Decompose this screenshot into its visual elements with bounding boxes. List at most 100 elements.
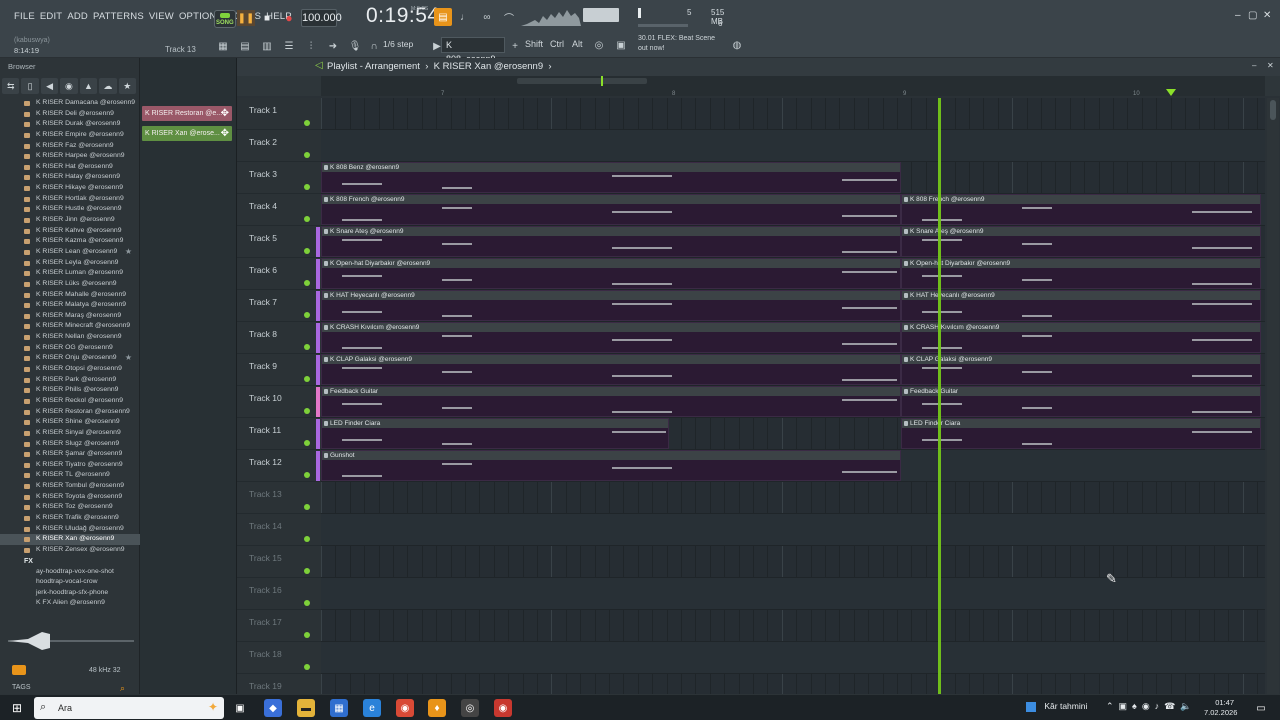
browser-file-item[interactable]: K RISER Hustle @erosenn9 [0,204,140,215]
browser-file-item[interactable]: K RISER Empire @erosenn9 [0,130,140,141]
track-header[interactable]: Track 4 [237,194,321,226]
track-mute-led[interactable] [304,120,310,126]
track-mute-led[interactable] [304,472,310,478]
pattern-clip[interactable]: K Snare Ateş @erosenn9 [321,226,901,257]
edge-icon[interactable]: e [363,699,381,717]
track-mute-led[interactable] [304,216,310,222]
arrangement-grid[interactable]: K 808 Benz @erosenn9 K 808 French @erosen… [321,98,1265,694]
alt-key[interactable]: Alt [572,39,583,49]
browser-file-item[interactable]: K RISER Tiyatro @erosenn9 [0,460,140,471]
fl-studio-icon[interactable]: ♦ [428,699,446,717]
browser-file-item[interactable]: K RISER Luman @erosenn9 [0,268,140,279]
browser-file-item[interactable]: K RISER Malatya @erosenn9 [0,300,140,311]
playlist-minimize-icon[interactable]: – [1252,61,1256,70]
pattern-clip[interactable]: LED Finder Ciara [901,418,1261,449]
back-icon[interactable]: ◀ [40,78,59,94]
track-header[interactable]: Track 10 [237,386,321,418]
track-lane[interactable] [321,98,1265,130]
browser-file-item[interactable]: K RISER Restoran @erosenn9 [0,407,140,418]
track-header[interactable]: Track 3 [237,162,321,194]
track-lane[interactable] [321,514,1265,546]
stop-icon[interactable]: ■ [258,10,276,26]
track-header[interactable]: Track 14 [237,514,321,546]
menu-add[interactable]: ADD [67,11,88,22]
target-icon[interactable]: ◎ [590,36,608,54]
pattern-selector[interactable]: K 808..osenn9 [441,37,505,64]
microphone-icon[interactable]: 🎙 [346,37,364,55]
pattern-clip[interactable]: K HAT Heyecanlı @erosenn9 [901,290,1261,321]
browser-file-item[interactable]: K RISER TL @erosenn9 [0,470,140,481]
playlist-icon[interactable]: ▦ [214,37,232,55]
track-mute-led[interactable] [304,504,310,510]
file-explorer-icon[interactable]: ▬ [297,699,315,717]
record-icon[interactable]: ● [280,10,298,26]
pattern-clip[interactable]: Feedback Guitar [321,386,901,417]
magnet-icon[interactable]: ∩ [365,37,383,55]
pattern-clip[interactable]: K 808 Benz @erosenn9 [321,162,901,193]
menu-file[interactable]: FILE [14,11,35,22]
playhead-marker[interactable] [1166,89,1176,96]
notification-icon[interactable]: ▭ [1252,699,1270,717]
pattern-clip[interactable]: K 808 French @erosenn9 [321,194,901,225]
browser-file-item[interactable]: K RISER Uludağ @erosenn9 [0,524,140,535]
star-icon[interactable]: ★ [125,353,132,364]
pattern-clip[interactable]: K Open-hat Diyarbakır @erosenn9 [321,258,901,289]
picker-item-xan[interactable]: K RISER Xan @erose... ✥ [142,126,232,141]
track-mute-led[interactable] [304,344,310,350]
sample-icon[interactable]: ◉ [60,78,78,94]
track-header[interactable]: Track 1 [237,98,321,130]
browser-file-item[interactable]: K RISER Shine @erosenn9 [0,417,140,428]
track-header[interactable]: Track 9 [237,354,321,386]
browser-file-item[interactable]: K RISER Otopsi @erosenn9 [0,364,140,375]
system-tray-icons[interactable]: ⌃▣♠◉♪☎🔈 [1106,701,1197,712]
track-header[interactable]: Track 18 [237,642,321,674]
channel-rack-icon[interactable]: ▤ [236,37,254,55]
track-mute-led[interactable] [304,600,310,606]
task-view-icon[interactable]: ▣ [231,699,249,717]
track-mute-led[interactable] [304,248,310,254]
track-mute-led[interactable] [304,536,310,542]
song-mode-toggle[interactable]: SONG [214,10,236,28]
browser-file-item[interactable]: K RISER Hat @erosenn9 [0,162,140,173]
browser-file-item[interactable]: K RISER Minecraft @erosenn9 [0,321,140,332]
browser-file-item[interactable]: K RISER Toyota @erosenn9 [0,492,140,503]
browser-file-item[interactable]: K RISER Onju @erosenn9 ★ [0,353,140,364]
pattern-clip[interactable]: K Open-hat Diyarbakır @erosenn9 [901,258,1261,289]
menu-patterns[interactable]: PATTERNS [93,11,144,22]
browser-file-item[interactable]: K RISER Leyla @erosenn9 [0,258,140,269]
browser-file-item[interactable]: K FX Alien @erosenn9 [0,598,140,609]
add-pattern-icon[interactable]: + [506,37,524,55]
track-header[interactable]: Track 5 [237,226,321,258]
browser-file-item[interactable]: K RISER Kahve @erosenn9 [0,226,140,237]
browser-file-item[interactable]: K RISER Lüks @erosenn9 [0,279,140,290]
loop-record-icon[interactable]: ∞ [478,8,496,26]
browser-file-item[interactable]: K RISER Jinn @erosenn9 [0,215,140,226]
track-mute-led[interactable] [304,440,310,446]
browser-file-item[interactable]: K RISER Harpee @erosenn9 [0,151,140,162]
playlist-arrow-icon[interactable]: ◁ [315,60,323,71]
mixer-icon[interactable]: ☰ [280,37,298,55]
tempo-display[interactable]: 100.000 [301,9,342,27]
pattern-clip[interactable]: K CLAP Galaksi @erosenn9 [901,354,1261,385]
browser-file-item[interactable]: K RISER Toz @erosenn9 [0,502,140,513]
browser-file-item[interactable]: K RISER Deli @erosenn9 [0,109,140,120]
pattern-clip[interactable]: Feedback Guitar [901,386,1261,417]
snap-selector[interactable]: 1/6 step [383,39,413,49]
pattern-clip[interactable]: K CRASH Kıvılcım @erosenn9 [321,322,901,353]
track-mute-led[interactable] [304,568,310,574]
track-header[interactable]: Track 6 [237,258,321,290]
track-header[interactable]: Track 8 [237,322,321,354]
piano-roll-icon[interactable]: ▥ [258,37,276,55]
ruler-scrollbar[interactable] [517,78,647,84]
browser-file-item[interactable]: ay-hoodtrap-vox-one-shot [0,567,140,578]
step-edit-icon[interactable]: ⌒ [500,8,518,26]
search-icon[interactable]: ⌕ [120,683,125,694]
close-icon[interactable]: ✕ [1263,10,1271,21]
store-icon[interactable]: ▦ [330,699,348,717]
browser-options-icon[interactable]: ⇆ [2,78,20,94]
taskbar-search[interactable]: ⌕ Ara ✦ [34,697,224,719]
globe-icon[interactable]: ◍ [728,36,746,54]
browser-folder-fx[interactable]: FX [0,556,140,567]
browser-file-item[interactable]: K RISER Hikaye @erosenn9 [0,183,140,194]
metronome-icon[interactable]: ♩ [456,8,474,26]
